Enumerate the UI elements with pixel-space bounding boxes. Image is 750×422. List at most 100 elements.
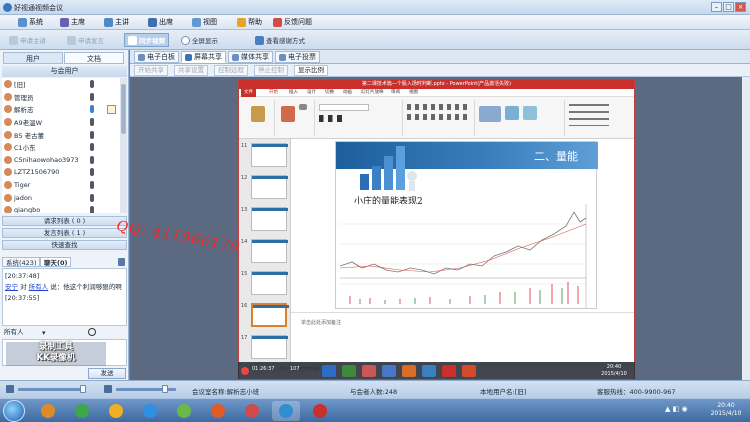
send-button[interactable]: 发送 <box>88 368 126 379</box>
arrange-icon[interactable] <box>505 106 519 120</box>
sync-video-button[interactable]: 同步视频 <box>124 33 169 47</box>
chat-sender[interactable]: 安宁 <box>5 283 18 291</box>
scroll-thumb[interactable] <box>121 84 126 134</box>
app-icon[interactable] <box>322 365 336 377</box>
slide-thumb[interactable] <box>251 175 288 199</box>
emoji-icon[interactable] <box>88 328 96 336</box>
list-item[interactable]: jadon <box>2 191 120 204</box>
mic-slider[interactable] <box>18 388 86 391</box>
notes-pane[interactable]: 单击此处添加备注 <box>291 312 634 332</box>
tab-docs[interactable]: 文档 <box>64 52 124 64</box>
ppt-tab-insert[interactable]: 插入 <box>289 89 298 97</box>
slide-thumb[interactable] <box>251 207 288 231</box>
maximize-button[interactable]: □ <box>723 2 734 12</box>
app-icon[interactable] <box>402 365 416 377</box>
quick-styles-icon[interactable] <box>523 106 537 120</box>
record-icon[interactable] <box>241 367 249 375</box>
slide-thumb[interactable] <box>251 335 288 359</box>
font-style-icons[interactable] <box>319 115 395 122</box>
stop-control-button[interactable]: 停止控制 <box>254 65 288 76</box>
pin-icon[interactable] <box>118 258 125 266</box>
menu-attend[interactable]: 出席 <box>148 16 173 28</box>
taskbar-app[interactable] <box>170 401 198 421</box>
paste-icon[interactable] <box>251 106 265 122</box>
tab-users[interactable]: 用户 <box>3 52 63 64</box>
recipient-select[interactable]: 所有人 <box>4 328 24 336</box>
mic-slider-knob[interactable] <box>80 385 86 393</box>
shapes-icon[interactable] <box>479 106 501 122</box>
tab-system[interactable]: 系统(423) <box>2 257 41 267</box>
system-tray[interactable]: ▲ ◧ ◉ <box>665 405 688 413</box>
ppt-tab-animation[interactable]: 动画 <box>343 89 352 97</box>
list-item[interactable]: 解析志 <box>2 103 120 116</box>
new-slide-icon[interactable] <box>281 106 295 122</box>
layout-icon[interactable] <box>299 104 307 110</box>
close-button[interactable]: × <box>735 2 746 12</box>
tab-vote[interactable]: 电子投票 <box>275 51 320 63</box>
quick-find-button[interactable]: 快速查找 <box>2 240 127 250</box>
menu-system[interactable]: 系统 <box>18 16 43 28</box>
slide-thumb[interactable] <box>251 143 288 167</box>
fullscreen-button[interactable]: 全屏显示 <box>178 33 221 47</box>
menu-presenter[interactable]: 主讲 <box>104 16 129 28</box>
taskbar-app[interactable] <box>306 401 334 421</box>
stage-scrollbar[interactable] <box>742 77 750 380</box>
chat-target[interactable]: 所有人 <box>29 283 49 291</box>
ppt-tab-review[interactable]: 审阅 <box>391 89 400 97</box>
list-item[interactable]: qiangbo <box>2 204 120 213</box>
list-item[interactable]: C1小东 <box>2 141 120 154</box>
list-item[interactable]: [旧] <box>2 78 120 91</box>
ppt-tab-transition[interactable]: 切换 <box>325 89 334 97</box>
app-icon[interactable] <box>422 365 436 377</box>
taskbar-app[interactable] <box>102 401 130 421</box>
list-item[interactable]: 管理员 <box>2 91 120 104</box>
menu-help[interactable]: 帮助 <box>237 16 262 28</box>
start-share-button[interactable]: 开始共享 <box>134 65 168 76</box>
slide-thumb[interactable] <box>251 239 288 263</box>
user-list-scrollbar[interactable] <box>120 78 127 213</box>
list-item[interactable]: LZTZ1506790 <box>2 166 120 179</box>
request-present-button[interactable]: 申请主讲 <box>6 33 49 47</box>
share-settings-button[interactable]: 共享设置 <box>174 65 208 76</box>
ppt-tab-design[interactable]: 设计 <box>307 89 316 97</box>
slide-thumb-selected[interactable] <box>251 303 289 327</box>
display-ratio-button[interactable]: 显示比例 <box>294 65 328 76</box>
app-icon[interactable] <box>382 365 396 377</box>
speaker-slider-knob[interactable] <box>162 385 168 393</box>
font-select[interactable] <box>319 104 369 111</box>
powerpoint-icon[interactable] <box>442 365 456 377</box>
tab-screen-share[interactable]: 屏幕共享 <box>181 51 226 63</box>
tab-whiteboard[interactable]: 电子白板 <box>134 51 179 63</box>
ppt-tab-view[interactable]: 视图 <box>409 89 418 97</box>
list-item[interactable]: C5nihaowohao3973 <box>2 154 120 167</box>
ppt-tab-slideshow[interactable]: 幻灯片放映 <box>361 89 384 97</box>
slide-thumb[interactable] <box>251 271 288 295</box>
menu-chairman[interactable]: 主席 <box>60 16 85 28</box>
list-item[interactable]: Tiger <box>2 179 120 192</box>
start-button[interactable] <box>3 400 25 422</box>
remote-control-button[interactable]: 控制远程 <box>214 65 248 76</box>
request-list-button[interactable]: 请求列表 ( 0 ) <box>2 216 127 226</box>
taskbar-clock[interactable]: 20:40 2015/4/10 <box>704 402 748 418</box>
menu-feedback[interactable]: 反馈问题 <box>273 16 312 28</box>
list-icons[interactable] <box>407 104 467 110</box>
align-icons[interactable] <box>407 114 467 120</box>
view-thanks-button[interactable]: 查看感谢方式 <box>252 33 308 47</box>
tab-chat[interactable]: 聊天(0) <box>40 257 72 267</box>
taskbar-app[interactable] <box>68 401 96 421</box>
app-icon[interactable] <box>362 365 376 377</box>
ppt-tab-home[interactable]: 开始 <box>269 89 278 97</box>
ppt-tab-file[interactable]: 文件 <box>241 89 256 97</box>
request-speak-button[interactable]: 申请发言 <box>64 33 107 47</box>
tab-media-share[interactable]: 媒体共享 <box>228 51 273 63</box>
app-icon[interactable] <box>342 365 356 377</box>
menu-view[interactable]: 视图 <box>192 16 217 28</box>
list-item[interactable]: B5 老古董 <box>2 128 120 141</box>
minimize-button[interactable]: – <box>711 2 722 12</box>
taskbar-app[interactable] <box>204 401 232 421</box>
find-replace-icons[interactable] <box>569 104 609 126</box>
speak-list-button[interactable]: 发言列表 ( 1 ) <box>2 228 127 238</box>
chevron-down-icon[interactable]: ▾ <box>42 327 46 339</box>
taskbar-ie[interactable] <box>136 401 164 421</box>
taskbar-app-active[interactable] <box>272 401 300 421</box>
